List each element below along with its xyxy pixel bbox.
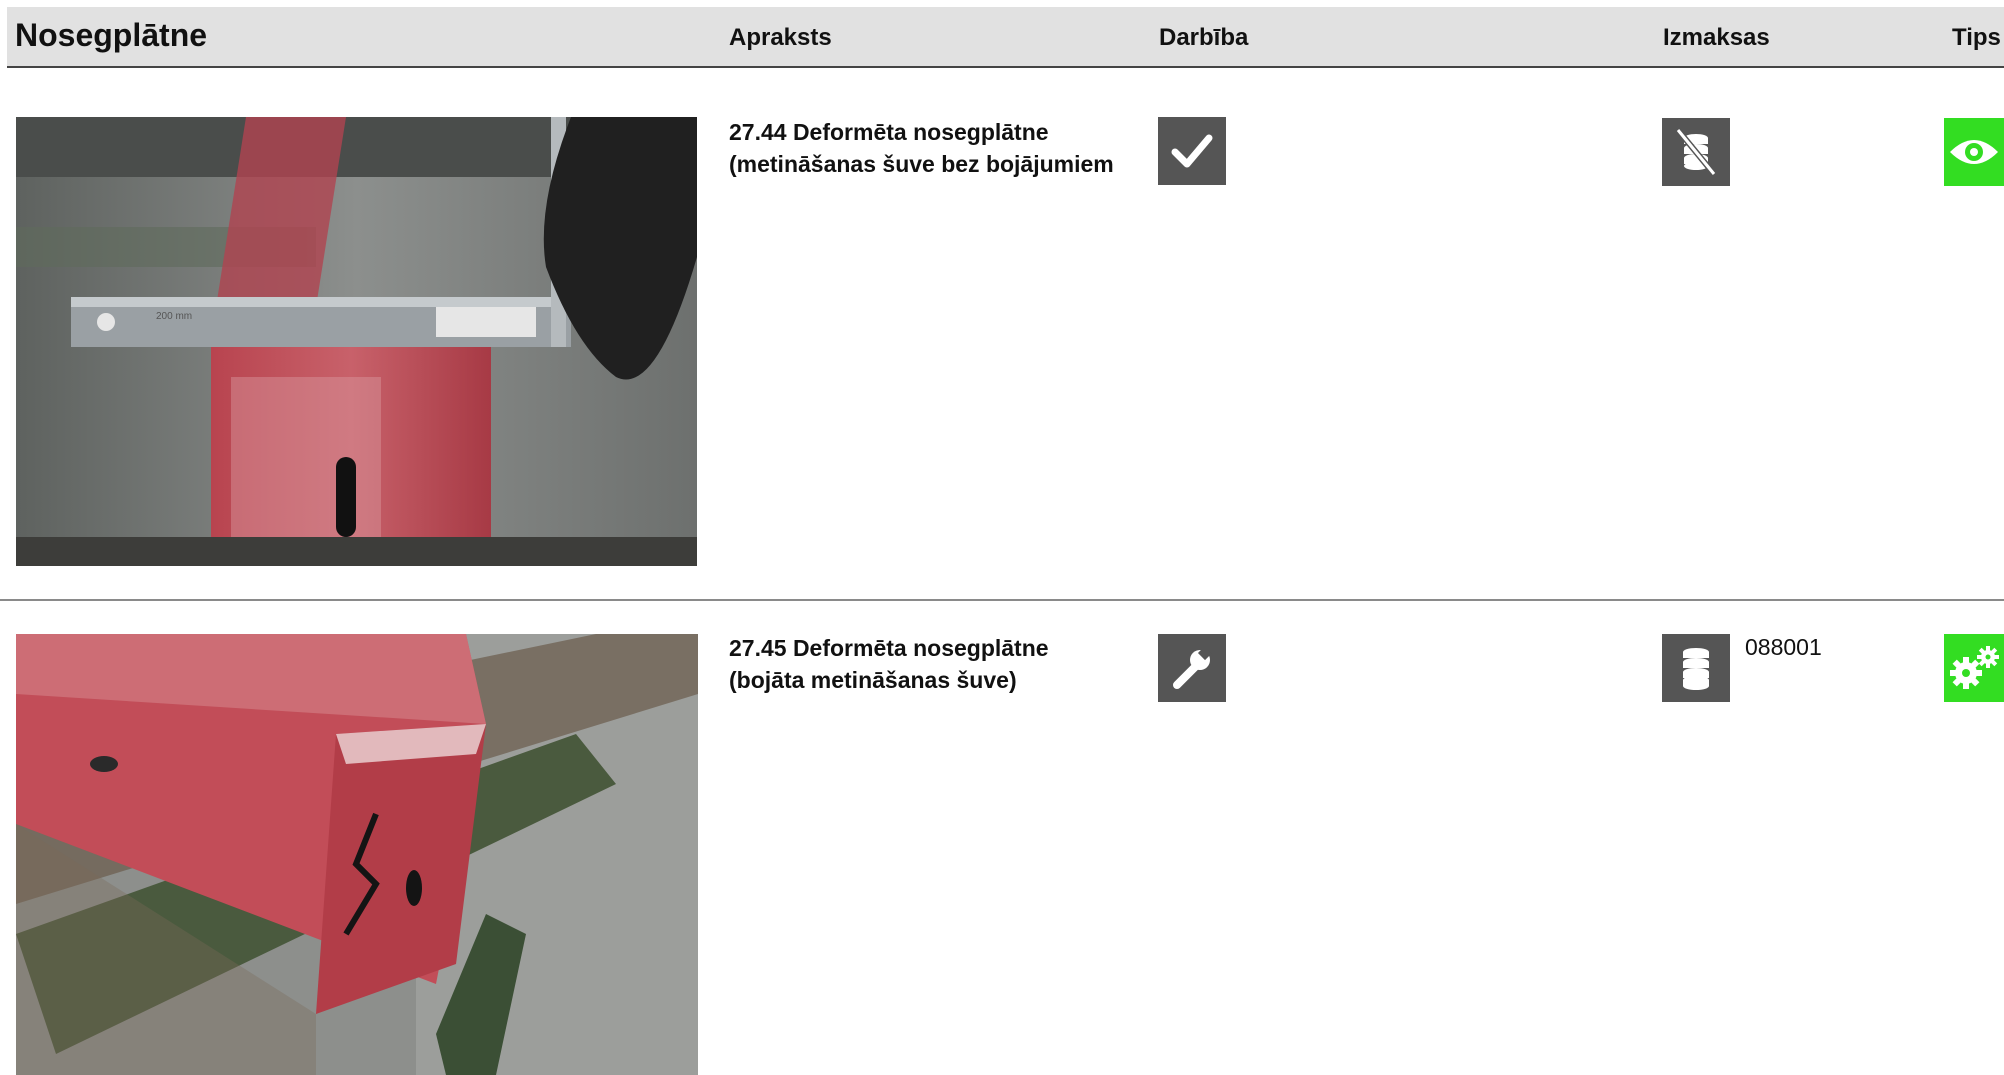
gears-icon [1944,634,2004,702]
eye-icon [1944,118,2004,186]
item-description: 27.44 Deformēta nosegplātne (metināšanas… [729,119,1114,177]
checkmark-icon [1158,117,1226,185]
item-description: 27.45 Deformēta nosegplātne (bojāta meti… [729,635,1049,693]
table-row: 200 mm 27.44 Deformēta nosegplātne (meti… [0,0,2004,600]
no-cost-coins-icon [1662,118,1730,186]
damaged-weld-seam-photo [16,634,698,1075]
wrench-icon [1158,634,1226,702]
deformed-cover-plate-photo: 200 mm [16,117,697,566]
ruler-marking: 200 mm [156,311,192,322]
coins-icon [1662,634,1730,702]
cost-code: 088001 [1745,634,1822,660]
table-row: 27.45 Deformēta nosegplātne (bojāta meti… [0,600,2004,1075]
